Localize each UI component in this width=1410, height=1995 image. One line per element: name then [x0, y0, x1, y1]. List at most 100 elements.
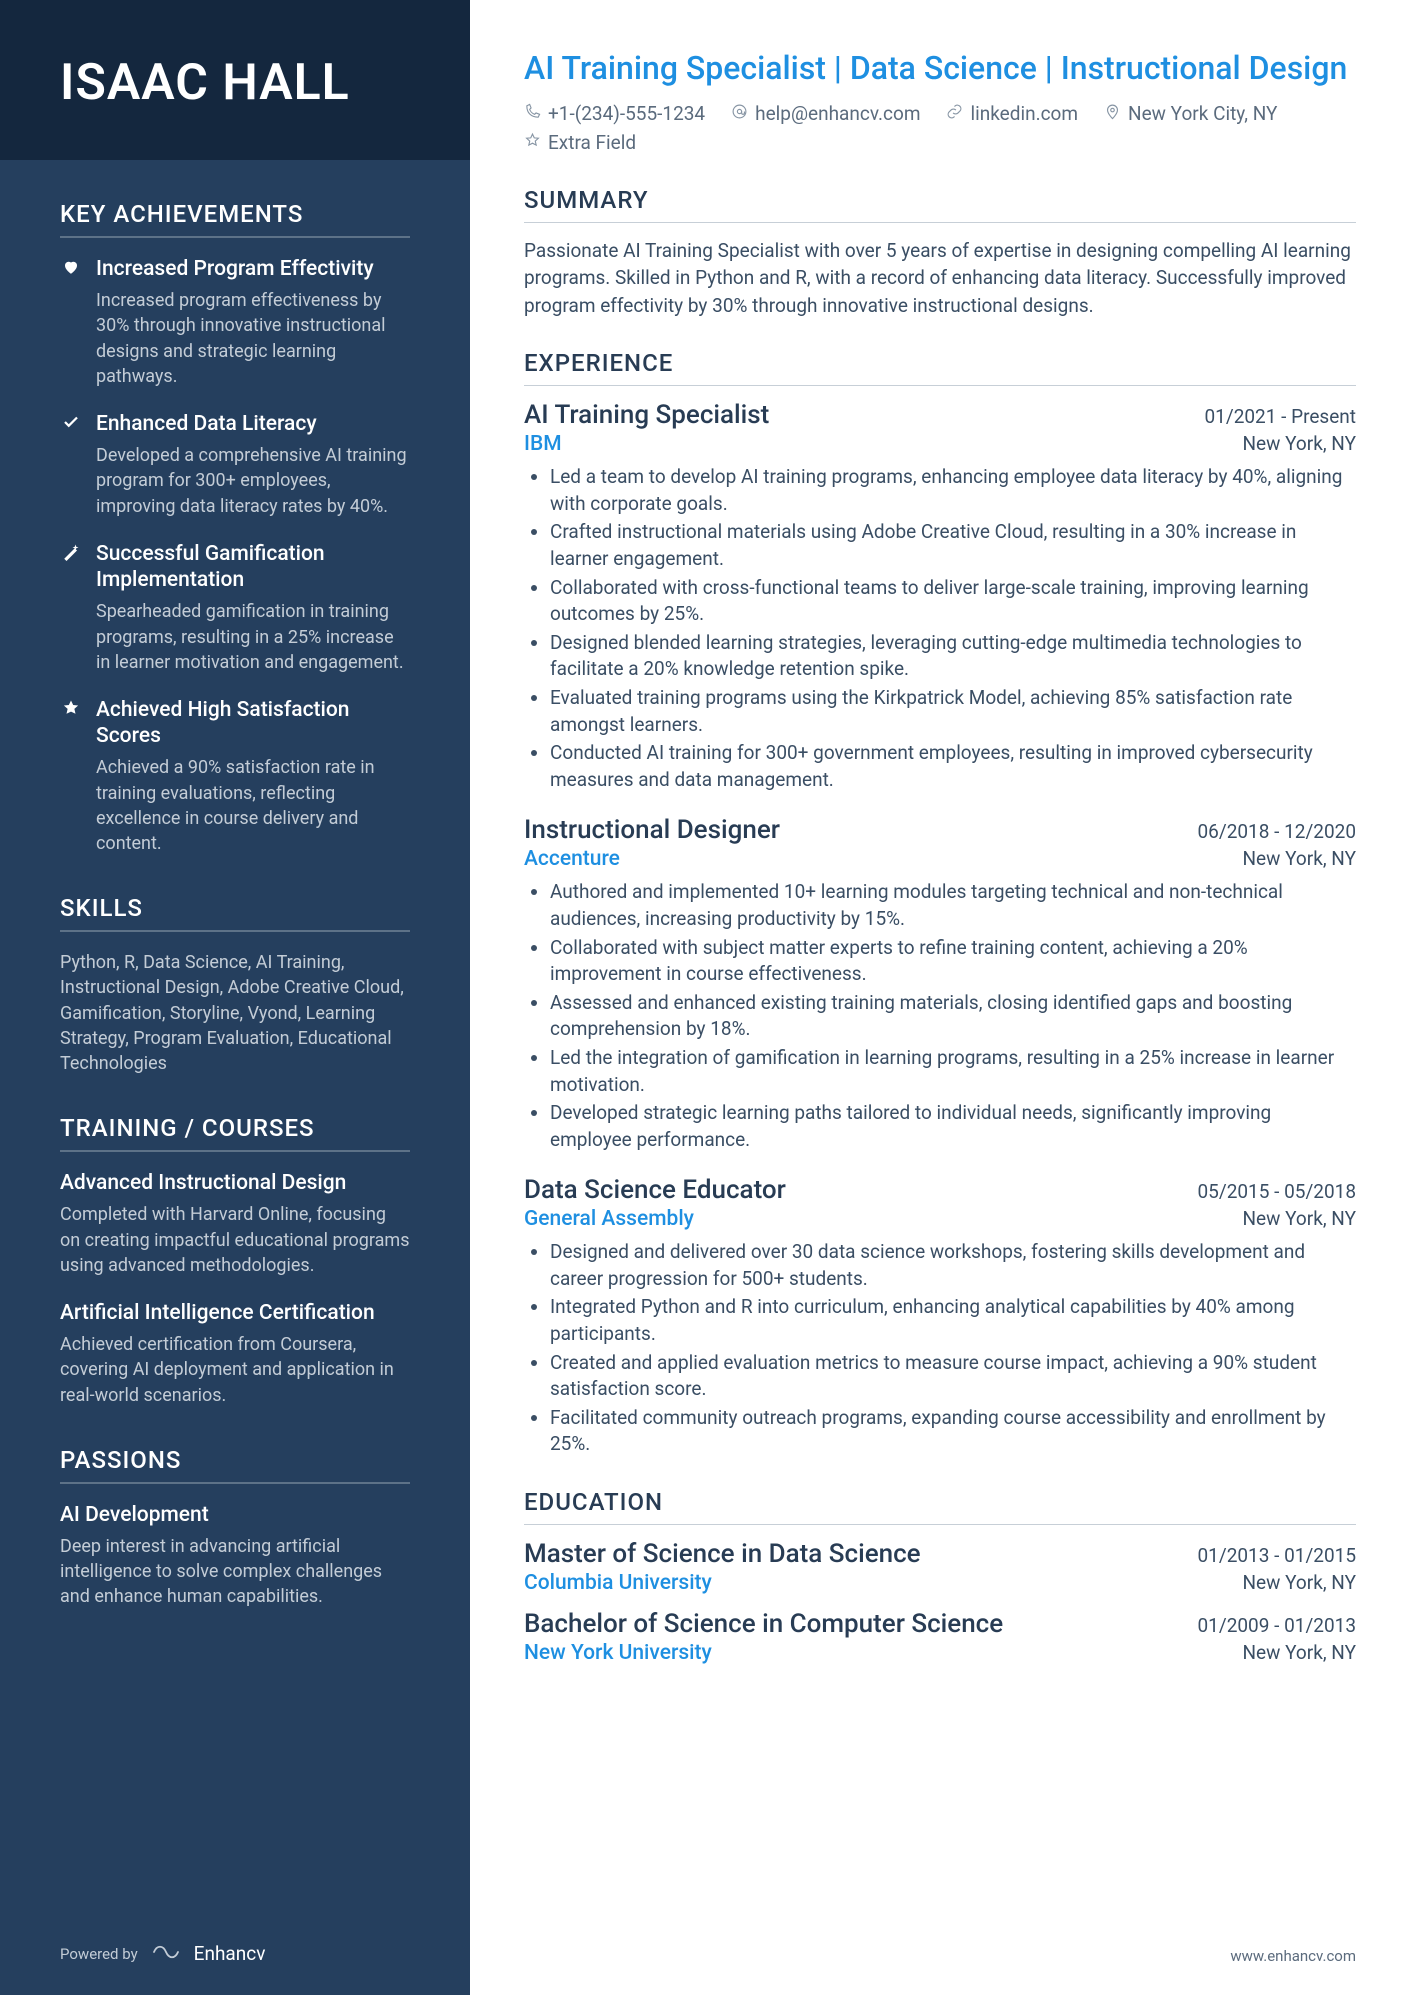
- course-item: Advanced Instructional Design Completed …: [60, 1170, 410, 1278]
- resume-page: ISAAC HALL KEY ACHIEVEMENTS Increased Pr…: [0, 0, 1410, 1995]
- passions-heading: PASSIONS: [60, 1446, 410, 1484]
- school-name: New York University: [524, 1641, 712, 1665]
- job-location: New York, NY: [1243, 432, 1357, 455]
- degree-title: Master of Science in Data Science: [524, 1539, 921, 1569]
- education-section: EDUCATION Master of Science in Data Scie…: [524, 1488, 1356, 1665]
- website-footer: www.enhancv.com: [1230, 1947, 1356, 1965]
- bullet: Facilitated community outreach programs,…: [550, 1405, 1356, 1458]
- bullet: Developed strategic learning paths tailo…: [550, 1100, 1356, 1153]
- job-location: New York, NY: [1243, 847, 1357, 870]
- skills-text: Python, R, Data Science, AI Training, In…: [60, 950, 410, 1076]
- contact-row: +1-(234)-555-1234 help@enhancv.com linke…: [524, 102, 1356, 154]
- experience-item: AI Training Specialist 01/2021 - Present…: [524, 400, 1356, 793]
- course-desc: Completed with Harvard Online, focusing …: [60, 1202, 410, 1278]
- summary-heading: SUMMARY: [524, 186, 1356, 223]
- contact-email: help@enhancv.com: [731, 102, 920, 125]
- course-item: Artificial Intelligence Certification Ac…: [60, 1300, 410, 1408]
- bullet: Collaborated with cross-functional teams…: [550, 575, 1356, 628]
- passion-title: AI Development: [60, 1502, 410, 1528]
- achievement-desc: Developed a comprehensive AI training pr…: [96, 443, 410, 519]
- training-section: TRAINING / COURSES Advanced Instructiona…: [60, 1114, 410, 1408]
- brand-name: Enhancv: [194, 1942, 266, 1965]
- summary-text: Passionate AI Training Specialist with o…: [524, 237, 1356, 320]
- school-location: New York, NY: [1243, 1641, 1357, 1664]
- job-dates: 06/2018 - 12/2020: [1198, 820, 1357, 843]
- degree-dates: 01/2009 - 01/2013: [1198, 1614, 1357, 1637]
- achievement-title: Successful Gamification Implementation: [96, 541, 410, 594]
- education-item: Master of Science in Data Science 01/201…: [524, 1539, 1356, 1595]
- check-icon: [60, 411, 82, 433]
- achievement-title: Enhanced Data Literacy: [96, 411, 410, 437]
- experience-section: EXPERIENCE AI Training Specialist 01/202…: [524, 349, 1356, 1458]
- phone-icon: [524, 102, 541, 125]
- experience-item: Instructional Designer 06/2018 - 12/2020…: [524, 815, 1356, 1153]
- job-company: IBM: [524, 432, 562, 456]
- bullet: Evaluated training programs using the Ki…: [550, 685, 1356, 738]
- linkedin-text: linkedin.com: [970, 102, 1078, 125]
- bullet: Designed blended learning strategies, le…: [550, 630, 1356, 683]
- achievement-item: Increased Program Effectivity Increased …: [60, 256, 410, 389]
- job-company: General Assembly: [524, 1207, 694, 1231]
- job-title: Instructional Designer: [524, 815, 780, 845]
- email-text: help@enhancv.com: [755, 102, 920, 125]
- skills-section: SKILLS Python, R, Data Science, AI Train…: [60, 894, 410, 1076]
- education-item: Bachelor of Science in Computer Science …: [524, 1609, 1356, 1665]
- candidate-name: ISAAC HALL: [60, 54, 410, 112]
- job-bullets: Led a team to develop AI training progra…: [524, 464, 1356, 793]
- degree-dates: 01/2013 - 01/2015: [1198, 1544, 1357, 1567]
- job-bullets: Designed and delivered over 30 data scie…: [524, 1239, 1356, 1458]
- achievement-title: Achieved High Satisfaction Scores: [96, 697, 410, 750]
- bullet: Conducted AI training for 300+ governmen…: [550, 740, 1356, 793]
- passion-item: AI Development Deep interest in advancin…: [60, 1502, 410, 1610]
- job-bullets: Authored and implemented 10+ learning mo…: [524, 879, 1356, 1153]
- bullet: Collaborated with subject matter experts…: [550, 935, 1356, 988]
- extra-text: Extra Field: [548, 131, 636, 154]
- achievement-desc: Increased program effectiveness by 30% t…: [96, 288, 410, 389]
- passions-section: PASSIONS AI Development Deep interest in…: [60, 1446, 410, 1610]
- school-name: Columbia University: [524, 1571, 712, 1595]
- bullet: Integrated Python and R into curriculum,…: [550, 1294, 1356, 1347]
- location-icon: [1104, 102, 1121, 125]
- job-title: AI Training Specialist: [524, 400, 769, 430]
- job-location: New York, NY: [1243, 1207, 1357, 1230]
- wand-icon: [60, 541, 82, 563]
- star-outline-icon: [524, 131, 541, 154]
- achievement-title: Increased Program Effectivity: [96, 256, 410, 282]
- star-icon: [60, 697, 82, 719]
- achievements-heading: KEY ACHIEVEMENTS: [60, 200, 410, 238]
- job-title: Data Science Educator: [524, 1175, 786, 1205]
- summary-section: SUMMARY Passionate AI Training Specialis…: [524, 186, 1356, 320]
- school-location: New York, NY: [1243, 1571, 1357, 1594]
- skills-heading: SKILLS: [60, 894, 410, 932]
- achievement-desc: Achieved a 90% satisfaction rate in trai…: [96, 755, 410, 856]
- contact-phone: +1-(234)-555-1234: [524, 102, 705, 125]
- job-company: Accenture: [524, 847, 620, 871]
- job-dates: 05/2015 - 05/2018: [1198, 1180, 1357, 1203]
- achievement-item: Achieved High Satisfaction Scores Achiev…: [60, 697, 410, 856]
- experience-item: Data Science Educator 05/2015 - 05/2018 …: [524, 1175, 1356, 1458]
- heart-icon: [60, 256, 82, 278]
- contact-extra: Extra Field: [524, 131, 636, 154]
- powered-by-label: Powered by: [60, 1945, 138, 1963]
- contact-linkedin: linkedin.com: [946, 102, 1078, 125]
- achievement-item: Enhanced Data Literacy Developed a compr…: [60, 411, 410, 519]
- bullet: Created and applied evaluation metrics t…: [550, 1350, 1356, 1403]
- sidebar-body: KEY ACHIEVEMENTS Increased Program Effec…: [0, 160, 470, 1995]
- bullet: Assessed and enhanced existing training …: [550, 990, 1356, 1043]
- course-desc: Achieved certification from Coursera, co…: [60, 1332, 410, 1408]
- main-content: AI Training Specialist | Data Science | …: [470, 0, 1410, 1995]
- job-dates: 01/2021 - Present: [1205, 405, 1357, 428]
- at-icon: [731, 102, 748, 125]
- phone-text: +1-(234)-555-1234: [548, 102, 705, 125]
- experience-heading: EXPERIENCE: [524, 349, 1356, 386]
- sidebar: ISAAC HALL KEY ACHIEVEMENTS Increased Pr…: [0, 0, 470, 1995]
- bullet: Crafted instructional materials using Ad…: [550, 519, 1356, 572]
- passion-desc: Deep interest in advancing artificial in…: [60, 1534, 410, 1610]
- contact-location: New York City, NY: [1104, 102, 1277, 125]
- bullet: Designed and delivered over 30 data scie…: [550, 1239, 1356, 1292]
- achievements-section: KEY ACHIEVEMENTS Increased Program Effec…: [60, 200, 410, 856]
- achievement-item: Successful Gamification Implementation S…: [60, 541, 410, 675]
- sidebar-header: ISAAC HALL: [0, 0, 470, 160]
- achievement-desc: Spearheaded gamification in training pro…: [96, 599, 410, 675]
- course-title: Artificial Intelligence Certification: [60, 1300, 410, 1326]
